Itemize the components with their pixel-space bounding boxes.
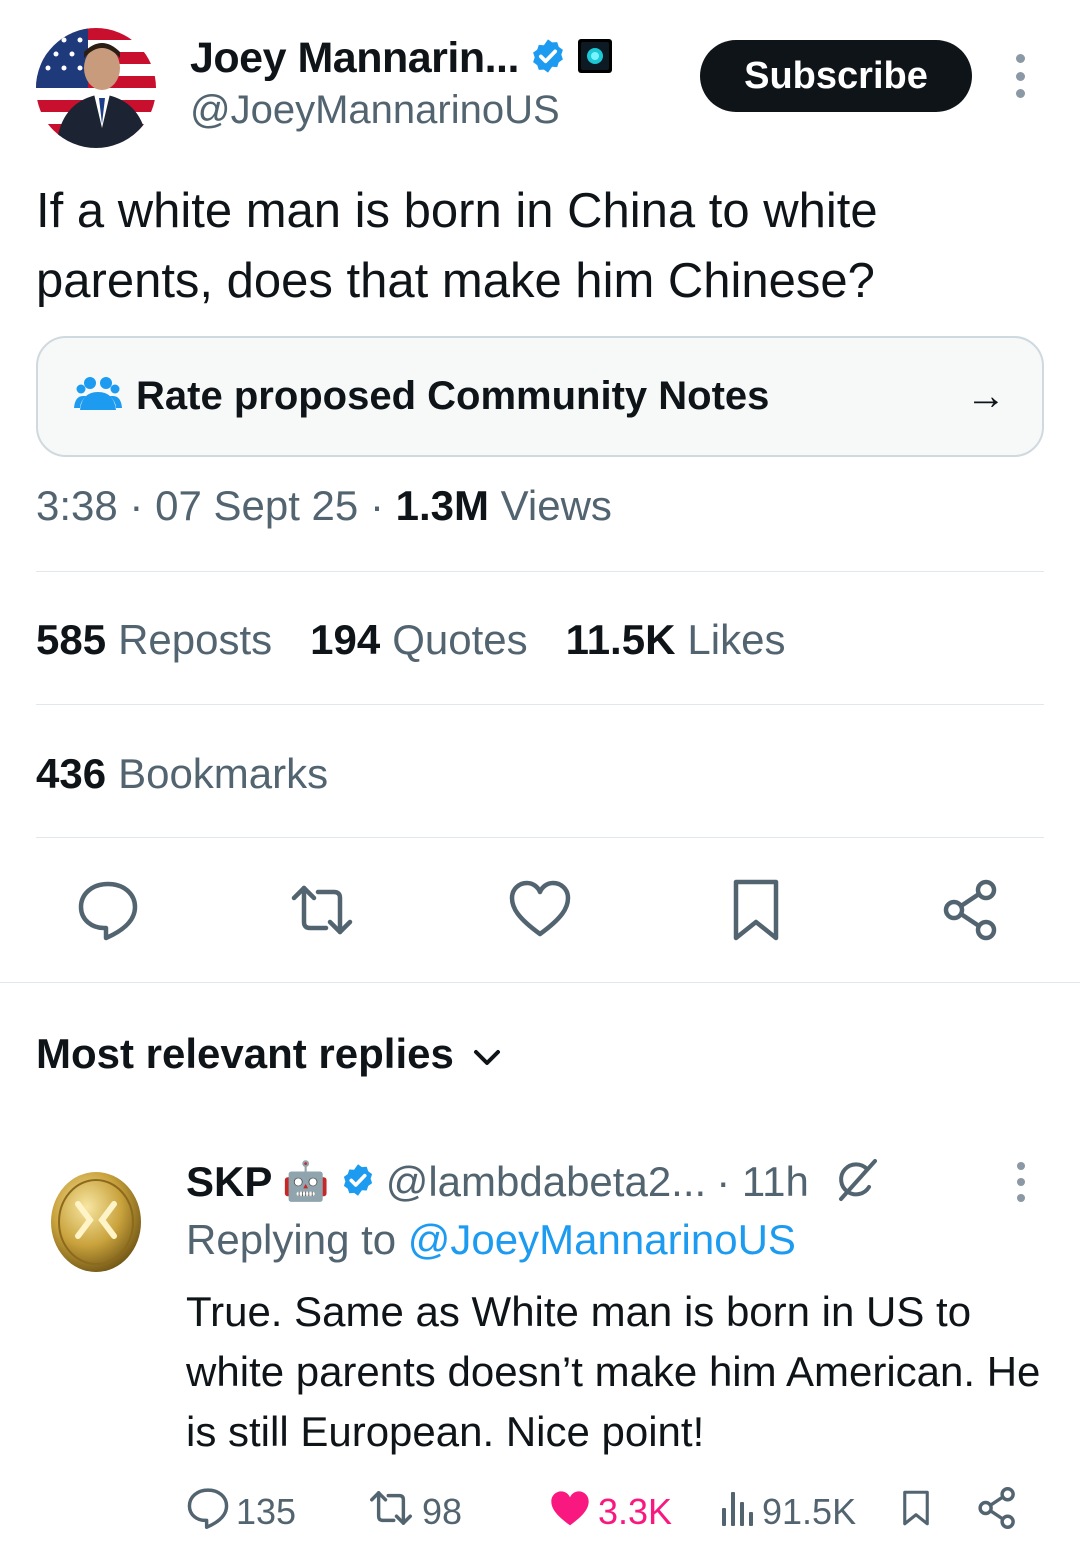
reply-text: True. Same as White man is born in US to… [186,1288,1041,1455]
reply-time: · 11h [716,1158,809,1205]
reply-avatar[interactable] [50,1170,142,1274]
engagement-stats: 585 Reposts 194 Quotes 11.5K Likes [36,616,785,664]
divider [36,837,1044,838]
author-display-name[interactable]: Joey Mannarin... [190,34,519,83]
community-notes-button[interactable]: Rate proposed Community Notes → [36,336,1044,457]
replies-sort-dropdown[interactable]: Most relevant replies [36,1030,502,1078]
divider [36,704,1044,705]
repost-icon [366,1486,416,1539]
views-label: Views [500,482,612,529]
reposts-stat[interactable]: 585 Reposts [36,616,272,664]
more-options-icon[interactable] [1008,54,1032,98]
bookmark-icon [898,1486,934,1539]
heart-filled-icon [548,1488,592,1537]
author-handle[interactable]: @JoeyMannarinoUS [190,88,560,133]
reply-handle[interactable]: @lambdabeta2... [386,1158,707,1206]
like-icon[interactable] [508,878,572,942]
reply-actions: 135 98 3.3K 91.5K [186,1484,1036,1540]
replying-to-link[interactable]: @JoeyMannarinoUS [408,1216,796,1263]
likes-stat[interactable]: 11.5K Likes [566,616,786,664]
reply-like-button[interactable]: 3.3K [548,1488,672,1537]
reply-icon [186,1486,230,1539]
bookmarks-stat[interactable]: 436 Bookmarks [36,750,328,798]
tweet-meta: 3:38 · 07 Sept 25 · 1.3M Views [36,482,612,530]
robot-icon: 🤖 [282,1161,330,1203]
reply-header: SKP 🤖 @lambdabeta2... · 11h [186,1154,879,1210]
arrow-right-icon: → [966,374,1006,418]
subscribe-button[interactable]: Subscribe [700,40,972,112]
people-icon [74,374,122,419]
share-icon [976,1486,1020,1539]
bookmark-icon[interactable] [724,878,788,942]
verified-badge-icon[interactable] [529,37,567,80]
repost-icon[interactable] [290,878,354,942]
grok-icon[interactable] [833,1157,879,1208]
reply-more-icon[interactable] [1010,1162,1032,1202]
share-icon[interactable] [940,878,1004,942]
replying-to: Replying to @JoeyMannarinoUS [186,1216,796,1263]
quotes-stat[interactable]: 194 Quotes [310,616,528,664]
tweet-text: If a white man is born in China to white… [36,184,878,308]
meta-separator: · [369,482,384,529]
section-divider [0,982,1080,983]
tweet-time: 3:38 [36,482,118,529]
community-notes-label: Rate proposed Community Notes [136,374,770,418]
reply-display-name[interactable]: SKP [186,1158,272,1206]
reply-repost-button[interactable]: 98 [366,1486,462,1539]
verified-badge-icon[interactable] [340,1162,376,1203]
author-avatar[interactable] [36,28,156,148]
reply-views-button[interactable]: 91.5K [720,1488,856,1537]
reply-share-button[interactable] [976,1486,1020,1539]
replies-sort-label: Most relevant replies [36,1030,454,1077]
reply-icon[interactable] [76,878,140,942]
reply-replies-button[interactable]: 135 [186,1486,296,1539]
affiliate-badge-icon[interactable] [577,38,613,79]
divider [36,571,1044,572]
meta-separator: · [129,482,144,529]
reply-bookmark-button[interactable] [898,1486,934,1539]
analytics-icon [720,1488,756,1537]
author-name-row: Joey Mannarin... [190,32,613,84]
tweet-date: 07 Sept 25 [155,482,359,529]
views-count: 1.3M [395,482,489,529]
chevron-down-icon [472,1030,502,1078]
